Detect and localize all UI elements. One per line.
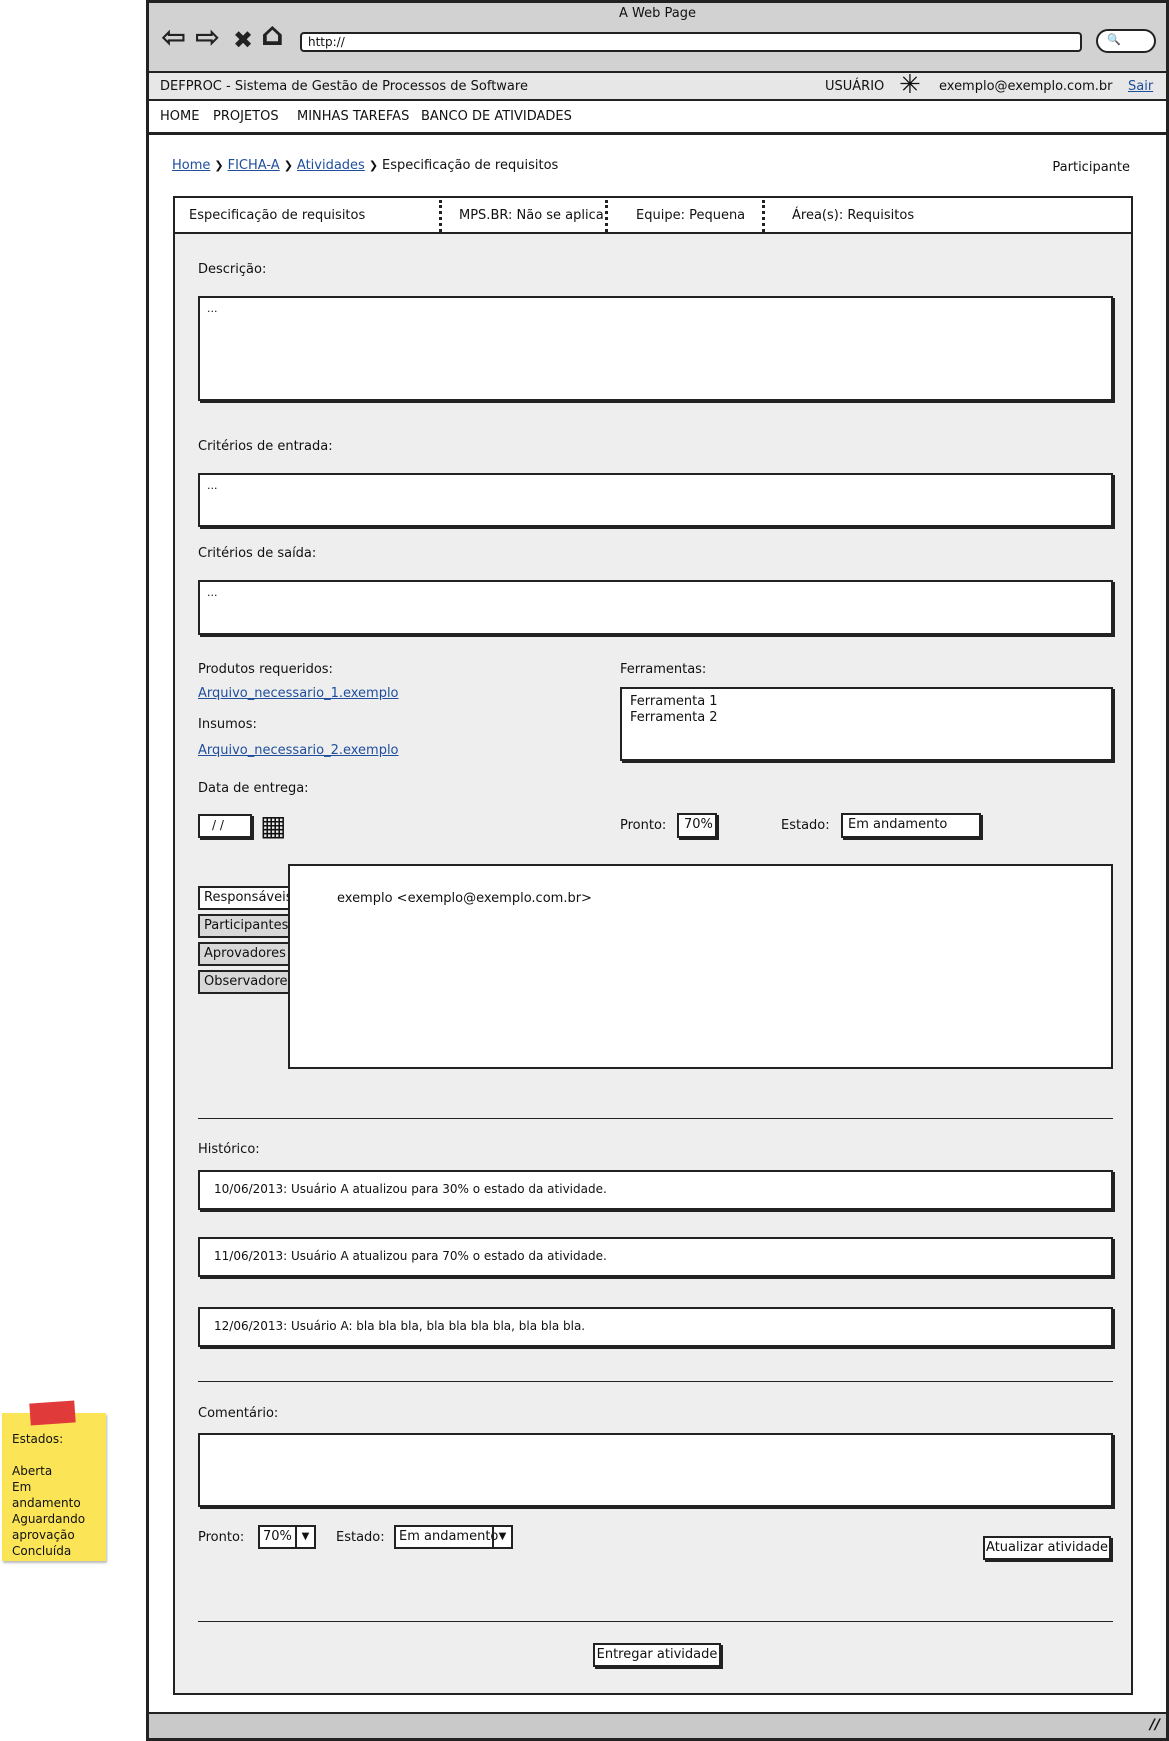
forward-icon[interactable]: ⇨	[195, 23, 220, 53]
list-item: Em andamento	[12, 1480, 81, 1510]
chevron-down-icon: ▼	[295, 1527, 314, 1547]
insumos-label: Insumos:	[198, 717, 257, 732]
activity-team: Equipe: Pequena	[636, 208, 746, 223]
tab-observadores[interactable]: Observadores	[198, 970, 290, 994]
list-item: Aguardando aprovação	[12, 1512, 86, 1542]
pronto-select[interactable]: 70% ▼	[258, 1525, 316, 1549]
list-item: Concluída	[12, 1544, 72, 1558]
app-title: DEFPROC - Sistema de Gestão de Processos…	[160, 79, 528, 94]
chevron-down-icon: ▼	[492, 1527, 511, 1547]
list-item[interactable]: Ferramenta 2	[630, 710, 718, 725]
responsavel-entry: exemplo <exemplo@exemplo.com.br>	[337, 891, 592, 906]
tab-responsaveis[interactable]: Responsáveis	[198, 886, 292, 910]
main-menu: HOME PROJETOS MINHAS TAREFAS BANCO DE AT…	[149, 101, 1166, 135]
url-bar[interactable]: http://	[300, 32, 1082, 52]
criterios-entrada-textarea[interactable]: ...	[198, 473, 1113, 527]
comentario-textarea[interactable]	[198, 1433, 1113, 1507]
activity-areas: Área(s): Requisitos	[792, 208, 915, 223]
user-role: Participante	[1052, 160, 1130, 175]
divider	[605, 200, 608, 232]
date-input[interactable]: / /	[198, 814, 252, 838]
historico-label: Histórico:	[198, 1142, 260, 1157]
breadcrumb: Home ❯ FICHA-A ❯ Atividades ❯ Especificação de…	[172, 158, 558, 173]
logout-link[interactable]: Sair	[1128, 79, 1153, 94]
estado-select[interactable]: Em andamento ▼	[394, 1525, 513, 1549]
activity-info-bar: Especificação de requisitos MPS.BR: Não …	[173, 196, 1133, 234]
user-email: exemplo@exemplo.com.br	[939, 79, 1113, 94]
pronto-value: 70%	[677, 813, 717, 838]
user-icon: ✳	[899, 70, 921, 100]
descricao-value: ...	[207, 302, 218, 315]
breadcrumb-atividades[interactable]: Atividades	[297, 158, 365, 173]
sticky-note-title: Estados:	[12, 1432, 64, 1446]
breadcrumb-current: Especificação de requisitos	[382, 158, 559, 173]
user-label: USUÁRIO	[825, 79, 885, 94]
estado-select-value: Em andamento	[399, 1529, 499, 1544]
breadcrumb-ficha[interactable]: FICHA-A	[228, 158, 280, 173]
divider	[198, 1381, 1113, 1382]
sticky-note: Estados: Aberta Em andamento Aguardando …	[2, 1413, 106, 1561]
list-item[interactable]: Ferramenta 1	[630, 694, 718, 709]
estado-value: Em andamento	[841, 813, 981, 838]
produtos-label: Produtos requeridos:	[198, 662, 333, 677]
calendar-icon[interactable]: ▦	[260, 811, 286, 841]
divider	[762, 200, 765, 232]
pronto-label: Pronto:	[620, 818, 667, 833]
comentario-estado-label: Estado:	[336, 1530, 385, 1545]
deliver-activity-button[interactable]: Entregar atividade	[593, 1643, 721, 1667]
breadcrumb-home[interactable]: Home	[172, 158, 210, 173]
criterios-saida-value: ...	[207, 586, 218, 599]
tab-content: exemplo <exemplo@exemplo.com.br>	[288, 864, 1113, 1069]
comentario-label: Comentário:	[198, 1406, 279, 1421]
list-item: Aberta	[12, 1464, 53, 1478]
stop-icon[interactable]: ✖	[233, 25, 253, 55]
pronto-select-value: 70%	[263, 1529, 292, 1544]
ferramentas-list[interactable]: Ferramenta 1 Ferramenta 2	[620, 687, 1113, 761]
resize-grip-icon[interactable]: //	[1150, 1717, 1160, 1733]
produto-link[interactable]: Arquivo_necessario_1.exemplo	[198, 686, 399, 701]
divider	[198, 1118, 1113, 1119]
activity-name: Especificação de requisitos	[189, 208, 366, 223]
history-entry: 11/06/2013: Usuário A atualizou para 70%…	[198, 1237, 1113, 1277]
estado-label: Estado:	[781, 818, 830, 833]
criterios-saida-label: Critérios de saída:	[198, 546, 317, 561]
menu-item-banco-de-atividades[interactable]: BANCO DE ATIVIDADES	[421, 109, 572, 124]
chevron-right-icon: ❯	[368, 159, 379, 172]
search-field[interactable]: 🔍	[1096, 29, 1156, 53]
tape-decoration	[29, 1400, 76, 1426]
chevron-right-icon: ❯	[283, 159, 293, 172]
search-icon: 🔍	[1107, 33, 1121, 46]
ferramentas-label: Ferramentas:	[620, 662, 707, 677]
home-icon[interactable]: ⌂	[261, 18, 284, 50]
insumo-link[interactable]: Arquivo_necessario_2.exemplo	[198, 743, 399, 758]
back-icon[interactable]: ⇦	[161, 23, 186, 53]
history-entry: 12/06/2013: Usuário A: bla bla bla, bla …	[198, 1307, 1113, 1347]
menu-item-home[interactable]: HOME	[160, 109, 199, 124]
criterios-entrada-label: Critérios de entrada:	[198, 439, 333, 454]
descricao-label: Descrição:	[198, 262, 267, 277]
menu-item-projetos[interactable]: PROJETOS	[213, 109, 279, 124]
update-activity-button[interactable]: Atualizar atividade	[983, 1536, 1111, 1560]
divider	[439, 200, 442, 232]
menu-item-minhas-tarefas[interactable]: MINHAS TAREFAS	[297, 109, 409, 124]
chevron-right-icon: ❯	[214, 159, 224, 172]
activity-mpsbr: MPS.BR: Não se aplica	[459, 208, 604, 223]
descricao-textarea[interactable]: ...	[198, 296, 1113, 401]
tab-aprovadores[interactable]: Aprovadores	[198, 942, 290, 966]
app-header: DEFPROC - Sistema de Gestão de Processos…	[149, 70, 1166, 101]
criterios-entrada-value: ...	[207, 479, 218, 492]
window-title: A Web Page	[619, 6, 696, 21]
data-entrega-label: Data de entrega:	[198, 781, 309, 796]
browser-statusbar: //	[149, 1712, 1166, 1738]
divider	[198, 1621, 1113, 1622]
criterios-saida-textarea[interactable]: ...	[198, 580, 1113, 635]
tab-participantes[interactable]: Participantes	[198, 914, 290, 938]
history-entry: 10/06/2013: Usuário A atualizou para 30%…	[198, 1170, 1113, 1210]
comentario-pronto-label: Pronto:	[198, 1530, 245, 1545]
